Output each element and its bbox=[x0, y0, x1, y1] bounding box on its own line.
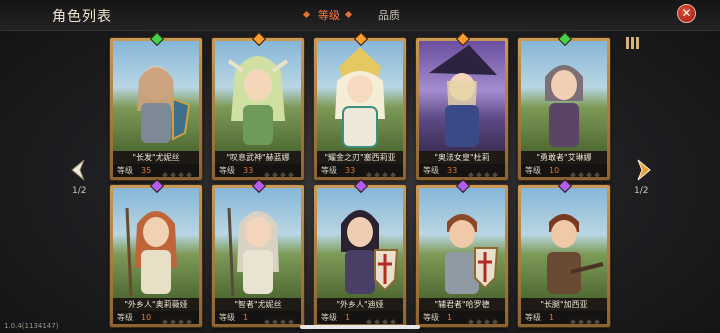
star-diamonds bbox=[162, 315, 195, 328]
level-label: 等级 bbox=[321, 166, 337, 175]
tab-quality[interactable]: 品质 bbox=[378, 7, 400, 23]
character-name: "勇敢者"艾琳娜 bbox=[521, 151, 607, 164]
character-card[interactable]: "叹息武神"赫蓝娜 等级 33 bbox=[212, 31, 304, 180]
top-bar: 角色列表 等级 品质 ✕ bbox=[0, 0, 720, 31]
level-bar: 等级 10 bbox=[113, 311, 199, 325]
level-label: 等级 bbox=[423, 313, 439, 322]
level-bar: 等级 1 bbox=[521, 311, 607, 325]
home-indicator[interactable] bbox=[300, 325, 420, 329]
star-diamonds bbox=[264, 168, 297, 181]
character-portrait bbox=[113, 41, 199, 151]
page-title: 角色列表 bbox=[52, 9, 112, 25]
level-value: 33 bbox=[243, 166, 254, 175]
character-card[interactable]: "辅君者"哈罗德 等级 1 bbox=[416, 178, 508, 327]
character-portrait bbox=[215, 188, 301, 298]
level-bar: 等级 1 bbox=[317, 311, 403, 325]
star-diamonds bbox=[366, 168, 399, 181]
character-portrait bbox=[215, 41, 301, 151]
character-portrait bbox=[317, 188, 403, 298]
character-name: "智者"尤妮丝 bbox=[215, 298, 301, 311]
level-value: 33 bbox=[447, 166, 458, 175]
page-indicator-left: 1/2 bbox=[72, 186, 87, 196]
level-label: 等级 bbox=[219, 313, 235, 322]
character-portrait bbox=[521, 188, 607, 298]
character-card[interactable]: "勇敢者"艾琳娜 等级 10 bbox=[518, 31, 610, 180]
level-label: 等级 bbox=[321, 313, 337, 322]
level-label: 等级 bbox=[219, 166, 235, 175]
tab-ornament-right bbox=[344, 10, 353, 19]
character-card[interactable]: "智者"尤妮丝 等级 1 bbox=[212, 178, 304, 327]
level-label: 等级 bbox=[525, 313, 541, 322]
character-card[interactable]: "外乡人"奥莉薇娅 等级 10 bbox=[110, 178, 202, 327]
level-bar: 等级 1 bbox=[419, 311, 505, 325]
character-portrait bbox=[317, 41, 403, 151]
level-value: 35 bbox=[141, 166, 152, 175]
character-portrait bbox=[521, 41, 607, 151]
character-name: "辅君者"哈罗德 bbox=[419, 298, 505, 311]
character-name: "外乡人"迪娅 bbox=[317, 298, 403, 311]
level-label: 等级 bbox=[423, 166, 439, 175]
star-diamonds bbox=[570, 315, 603, 328]
character-portrait bbox=[419, 188, 505, 298]
character-portrait bbox=[113, 188, 199, 298]
page-indicator-right: 1/2 bbox=[634, 186, 649, 196]
level-bar: 等级 10 bbox=[521, 164, 607, 178]
level-value: 1 bbox=[447, 313, 453, 322]
character-card[interactable]: "耀金之刃"塞西莉亚 等级 33 bbox=[314, 31, 406, 180]
level-value: 33 bbox=[345, 166, 356, 175]
star-diamonds bbox=[468, 315, 501, 328]
next-page-arrow-icon[interactable] bbox=[630, 158, 654, 182]
level-bar: 等级 1 bbox=[215, 311, 301, 325]
level-bar: 等级 33 bbox=[215, 164, 301, 178]
level-label: 等级 bbox=[525, 166, 541, 175]
level-value: 1 bbox=[243, 313, 249, 322]
list-view-icon[interactable] bbox=[626, 37, 640, 49]
star-diamonds bbox=[468, 168, 501, 181]
level-bar: 等级 35 bbox=[113, 164, 199, 178]
prev-page-arrow-icon[interactable] bbox=[68, 158, 92, 182]
level-value: 1 bbox=[345, 313, 351, 322]
character-card[interactable]: "奥法女皇"杜莉 等级 33 bbox=[416, 31, 508, 180]
character-name: "奥法女皇"杜莉 bbox=[419, 151, 505, 164]
level-bar: 等级 33 bbox=[317, 164, 403, 178]
character-name: "耀金之刃"塞西莉亚 bbox=[317, 151, 403, 164]
star-diamonds bbox=[570, 168, 603, 181]
tab-bar: 等级 品质 bbox=[300, 5, 420, 27]
level-bar: 等级 33 bbox=[419, 164, 505, 178]
close-button[interactable]: ✕ bbox=[677, 4, 696, 23]
tab-level[interactable]: 等级 bbox=[318, 7, 340, 23]
level-value: 1 bbox=[549, 313, 555, 322]
tab-ornament-left bbox=[302, 10, 311, 19]
level-value: 10 bbox=[549, 166, 560, 175]
character-name: "长发"尤妮丝 bbox=[113, 151, 199, 164]
level-label: 等级 bbox=[117, 313, 133, 322]
star-diamonds bbox=[264, 315, 297, 328]
character-name: "外乡人"奥莉薇娅 bbox=[113, 298, 199, 311]
character-portrait bbox=[419, 41, 505, 151]
star-diamonds bbox=[162, 168, 195, 181]
character-card[interactable]: "外乡人"迪娅 等级 1 bbox=[314, 178, 406, 327]
level-label: 等级 bbox=[117, 166, 133, 175]
character-card[interactable]: "长发"尤妮丝 等级 35 bbox=[110, 31, 202, 180]
level-value: 10 bbox=[141, 313, 152, 322]
character-card[interactable]: "长腿"加西亚 等级 1 bbox=[518, 178, 610, 327]
character-name: "长腿"加西亚 bbox=[521, 298, 607, 311]
character-name: "叹息武神"赫蓝娜 bbox=[215, 151, 301, 164]
version-label: 1.0.4(1134147) bbox=[4, 322, 59, 330]
